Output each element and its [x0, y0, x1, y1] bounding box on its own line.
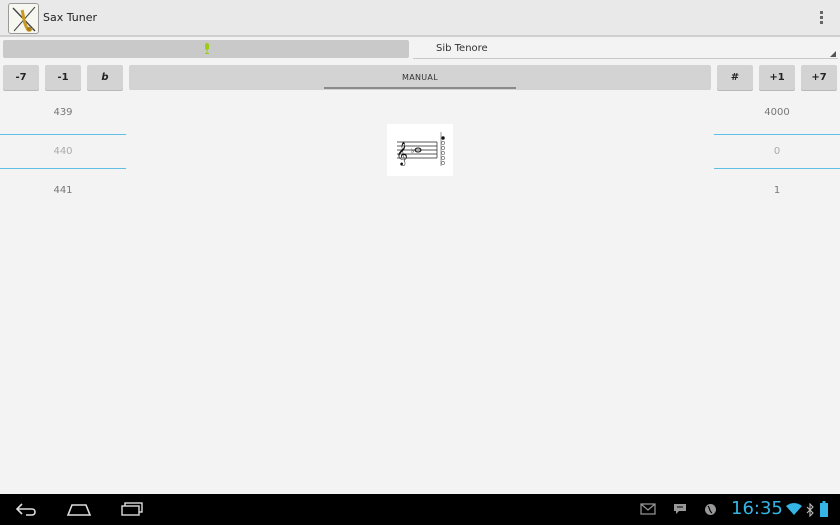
overflow-menu-icon[interactable] — [816, 11, 826, 27]
gmail-icon[interactable] — [640, 503, 656, 515]
instrument-value: Sib Tenore — [436, 43, 488, 54]
app-title: Sax Tuner — [43, 11, 98, 24]
svg-text:♭: ♭ — [411, 147, 414, 155]
picker-prev-value[interactable]: 4000 — [714, 107, 840, 118]
globe-icon[interactable] — [704, 503, 717, 516]
battery-icon — [820, 501, 828, 517]
recent-apps-icon[interactable] — [120, 501, 146, 517]
bluetooth-icon — [806, 503, 814, 517]
wifi-icon — [786, 503, 802, 515]
flat-button[interactable]: b — [87, 65, 123, 90]
manual-indicator — [324, 87, 516, 89]
system-nav-bar: 16:35 — [0, 494, 840, 525]
minus1-button[interactable]: -1 — [45, 65, 81, 90]
input-level-bar — [3, 40, 409, 58]
picker-divider — [714, 134, 840, 135]
plus1-button[interactable]: +1 — [759, 65, 795, 90]
talk-icon[interactable] — [673, 503, 687, 516]
home-icon[interactable] — [66, 501, 92, 517]
picker-divider — [0, 168, 126, 169]
frequency-picker[interactable]: 439 440 441 — [0, 95, 126, 210]
manual-toggle[interactable]: MANUAL — [129, 65, 711, 90]
svg-text:𝄞: 𝄞 — [396, 141, 408, 166]
picker-next-value[interactable]: 441 — [0, 185, 126, 196]
picker-current-value[interactable]: 0 — [714, 146, 840, 157]
plus7-button[interactable]: +7 — [801, 65, 837, 90]
action-bar: Sax Tuner — [0, 0, 840, 37]
picker-current-value[interactable]: 440 — [0, 146, 126, 157]
manual-label: MANUAL — [402, 73, 438, 82]
dropdown-arrow-icon — [830, 51, 836, 57]
sharp-button[interactable]: # — [717, 65, 753, 90]
picker-divider — [714, 168, 840, 169]
picker-prev-value[interactable]: 439 — [0, 107, 126, 118]
picker-divider — [0, 134, 126, 135]
picker-next-value[interactable]: 1 — [714, 185, 840, 196]
offset-picker[interactable]: 4000 0 1 — [714, 95, 840, 210]
status-clock: 16:35 — [731, 498, 783, 519]
music-staff-icon: 𝄞 ♭ — [387, 124, 453, 176]
minus7-button[interactable]: -7 — [3, 65, 39, 90]
microphone-icon — [205, 43, 209, 54]
back-icon[interactable] — [14, 501, 40, 517]
instrument-spinner[interactable]: Sib Tenore — [413, 39, 838, 59]
saxophone-icon[interactable] — [8, 3, 39, 34]
